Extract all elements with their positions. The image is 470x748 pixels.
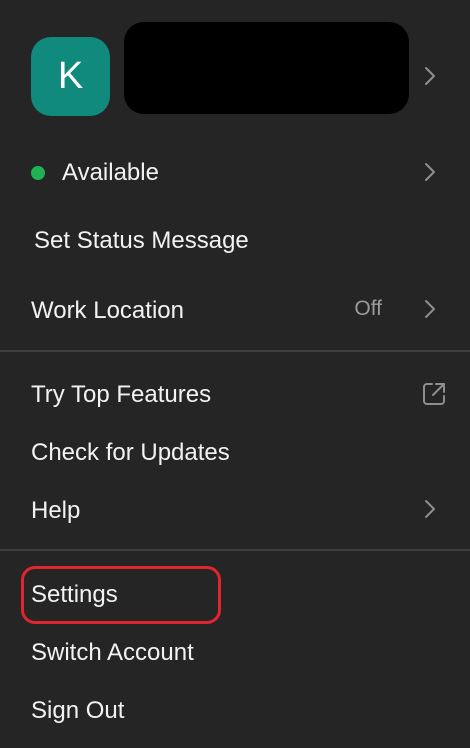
work-location-chevron-right-icon[interactable] (422, 299, 438, 319)
help-chevron-right-icon[interactable] (422, 499, 438, 519)
avatar-initial: K (57, 55, 84, 97)
menu-item-help[interactable]: Help (31, 497, 80, 525)
menu-item-try-top-features[interactable]: Try Top Features (31, 381, 211, 409)
menu-item-settings[interactable]: Settings (31, 581, 118, 609)
profile-chevron-right-icon[interactable] (422, 66, 438, 86)
divider (0, 549, 470, 551)
menu-item-set-status-message[interactable]: Set Status Message (34, 227, 249, 255)
status-available[interactable]: Available (62, 159, 159, 187)
status-chevron-right-icon[interactable] (422, 162, 438, 182)
work-location-value: Off (354, 297, 382, 320)
profile-menu: K Available Set Status Message Work Loca… (0, 0, 470, 748)
status-indicator-dot (31, 166, 45, 180)
menu-item-work-location[interactable]: Work Location (31, 297, 184, 325)
profile-name-redacted[interactable] (124, 22, 409, 114)
external-link-icon[interactable] (421, 381, 447, 407)
menu-item-check-for-updates[interactable]: Check for Updates (31, 439, 230, 467)
menu-item-switch-account[interactable]: Switch Account (31, 639, 194, 667)
avatar[interactable]: K (31, 37, 110, 116)
menu-item-sign-out[interactable]: Sign Out (31, 697, 124, 725)
divider (0, 350, 470, 352)
